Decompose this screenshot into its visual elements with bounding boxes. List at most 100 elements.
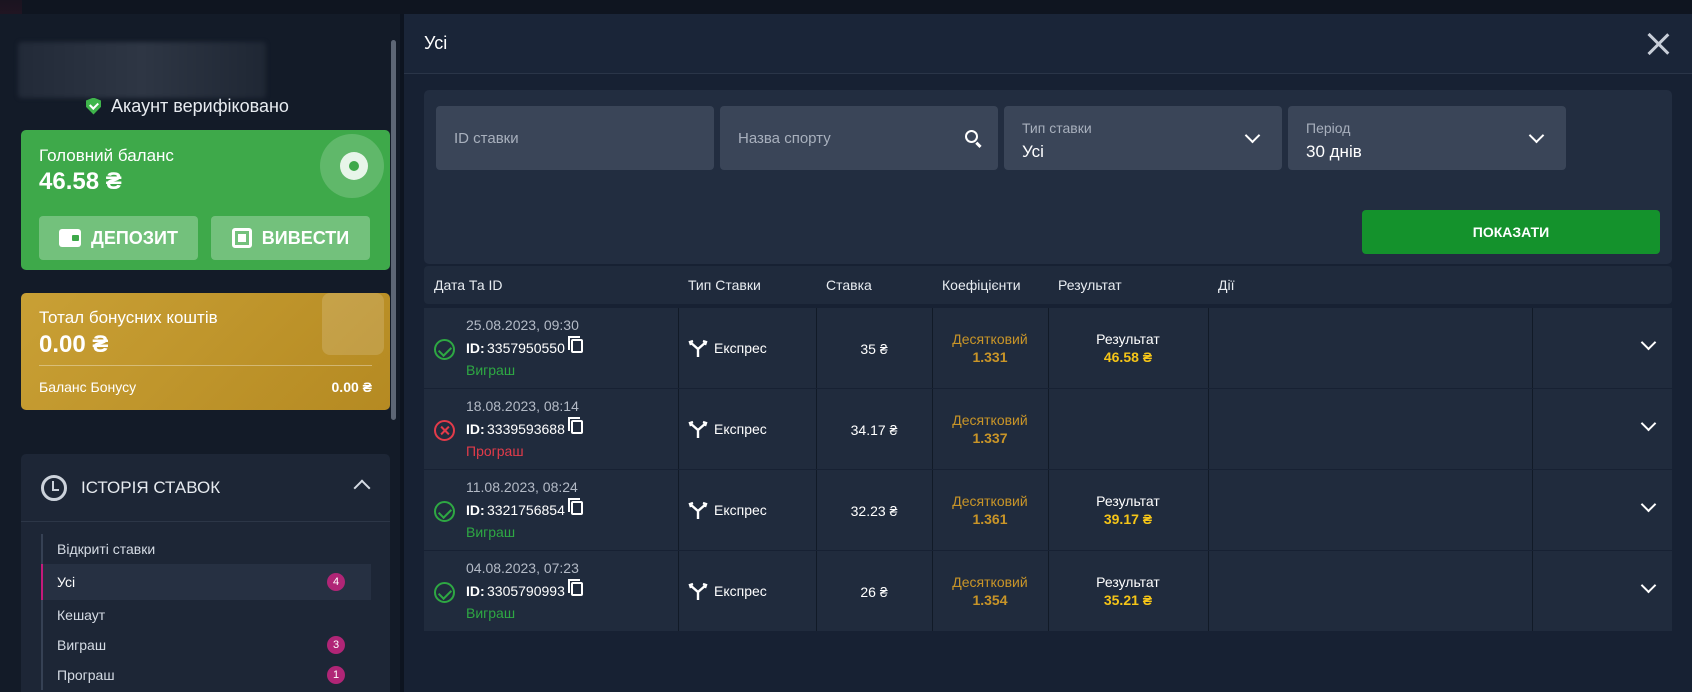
cell-divider [932, 389, 933, 469]
main-balance-card: Головний баланс 46.58 ₴ ДЕПОЗИТ ВИВЕСТИ [21, 130, 390, 270]
cell-divider [678, 308, 679, 388]
period-value: 30 днів [1306, 142, 1362, 161]
table-row: 11.08.2023, 08:24 ID: 3321756854 Виграш … [424, 470, 1672, 550]
odds-type: Десятковий [952, 574, 1028, 590]
chevron-down-icon[interactable] [1640, 415, 1657, 432]
bonus-sub-label: Баланс Бонусу [39, 379, 137, 395]
header-actions: Дії [1218, 277, 1235, 293]
chevron-down-icon [1528, 127, 1545, 144]
filter-panel: ID ставки Назва спорту Тип ставки Усі Пе… [424, 90, 1672, 264]
period-select[interactable]: Період 30 днів [1288, 106, 1566, 170]
cell-divider [1532, 308, 1533, 388]
bet-type-select[interactable]: Тип ставки Усі [1004, 106, 1282, 170]
wallet-icon [59, 229, 81, 247]
result-value: 39.17 ₴ [1103, 511, 1153, 527]
header-odds: Коефіцієнти [942, 277, 1021, 293]
check-circle-icon [434, 339, 455, 360]
cell-divider [1532, 551, 1533, 631]
result-label: Результат [1096, 493, 1160, 509]
bet-id: 3357950550 [487, 340, 565, 356]
sport-search-input[interactable]: Назва спорту [720, 106, 998, 170]
cell-divider [1208, 470, 1209, 550]
chevron-down-icon[interactable] [1640, 334, 1657, 351]
filter-won[interactable]: Виграш 3 [43, 630, 371, 660]
chevron-down-icon[interactable] [1640, 577, 1657, 594]
bonus-sub-value: 0.00 ₴ [331, 379, 372, 395]
chevron-down-icon[interactable] [1640, 496, 1657, 513]
bonus-title: Тотал бонусних коштів [39, 308, 218, 327]
filter-label: Відкриті ставки [57, 541, 156, 557]
copy-icon[interactable] [568, 417, 583, 434]
close-icon[interactable] [1644, 30, 1672, 58]
bet-outcome: Виграш [466, 362, 516, 378]
bet-id: 3339593688 [487, 421, 565, 437]
table-row: 25.08.2023, 09:30 ID: 3357950550 Виграш … [424, 308, 1672, 388]
table-header: Дата Та ID Тип Ставки Ставка Коефіцієнти… [424, 266, 1672, 304]
bet-history-title: ІСТОРІЯ СТАВОК [81, 477, 221, 497]
bet-type: Експрес [714, 421, 767, 437]
copy-icon[interactable] [568, 579, 583, 596]
odds-value: 1.354 [972, 592, 1008, 608]
bet-outcome: Виграш [466, 524, 516, 540]
odds-type: Десятковий [952, 412, 1028, 428]
express-icon [688, 339, 708, 357]
filter-cashout[interactable]: Кешаут [43, 600, 371, 630]
chevron-up-icon [353, 479, 371, 497]
bet-history-filter-list: Відкриті ставки Усі 4 Кешаут Виграш 3 Пр… [41, 534, 371, 690]
modal-header: Усі [404, 14, 1692, 74]
verified-text: Акаунт верифіковано [111, 95, 289, 116]
bet-id-input[interactable]: ID ставки [436, 106, 714, 170]
bet-type: Експрес [714, 583, 767, 599]
odds-type: Десятковий [952, 331, 1028, 347]
result-label: Результат [1096, 574, 1160, 590]
modal-title: Усі [424, 33, 448, 53]
bet-stake: 34.17 ₴ [850, 422, 898, 438]
bet-type-label: Тип ставки [1022, 120, 1092, 136]
filter-all[interactable]: Усі 4 [41, 564, 371, 600]
odds-value: 1.337 [972, 430, 1008, 446]
deposit-label: ДЕПОЗИТ [91, 227, 178, 248]
bet-date: 04.08.2023, 07:23 [466, 560, 579, 576]
result-value: 35.21 ₴ [1103, 592, 1153, 608]
withdraw-button[interactable]: ВИВЕСТИ [211, 216, 370, 260]
bet-id-label: ID: [466, 421, 485, 437]
bet-history-header[interactable]: ІСТОРІЯ СТАВОК [21, 454, 390, 522]
copy-icon[interactable] [568, 336, 583, 353]
table-row: 18.08.2023, 08:14 ID: 3339593688 Програш… [424, 389, 1672, 469]
main-balance-value: 46.58 ₴ [39, 168, 122, 195]
header-bet-type: Тип Ставки [688, 277, 761, 293]
bet-id: 3305790993 [487, 583, 565, 599]
chevron-down-icon [1244, 127, 1261, 144]
copy-icon[interactable] [568, 498, 583, 515]
sidebar-scrollbar[interactable] [391, 40, 396, 420]
account-sidebar: Акаунт верифіковано Головний баланс 46.5… [0, 14, 400, 692]
bet-type: Експрес [714, 502, 767, 518]
deposit-button[interactable]: ДЕПОЗИТ [39, 216, 198, 260]
bonus-balance-card: Тотал бонусних коштів 0.00 ₴ Баланс Бону… [21, 293, 390, 410]
search-icon [965, 130, 978, 143]
count-badge: 1 [327, 666, 345, 684]
cell-divider [1048, 308, 1049, 388]
filter-label: Програш [57, 667, 115, 683]
bet-id-label: ID: [466, 502, 485, 518]
bet-type: Експрес [714, 340, 767, 356]
cell-divider [1048, 470, 1049, 550]
header-date-id: Дата Та ID [434, 277, 503, 293]
odds-value: 1.331 [972, 349, 1008, 365]
show-button[interactable]: ПОКАЗАТИ [1362, 210, 1660, 254]
express-icon [688, 582, 708, 600]
filter-lost[interactable]: Програш 1 [43, 660, 371, 690]
filter-label: Усі [57, 574, 76, 590]
cell-divider [678, 389, 679, 469]
verified-status: Акаунт верифіковано [86, 94, 289, 118]
withdraw-label: ВИВЕСТИ [261, 227, 350, 248]
filter-label: Виграш [57, 637, 107, 653]
eye-icon[interactable] [340, 152, 368, 180]
result-value: 46.58 ₴ [1103, 349, 1153, 365]
cell-divider [1048, 389, 1049, 469]
bet-history-modal: Усі ID ставки Назва спорту Тип ставки Ус… [404, 14, 1692, 692]
cell-divider [932, 551, 933, 631]
filter-label: Кешаут [57, 607, 106, 623]
header-result: Результат [1058, 277, 1122, 293]
filter-open-bets[interactable]: Відкриті ставки [43, 534, 371, 564]
